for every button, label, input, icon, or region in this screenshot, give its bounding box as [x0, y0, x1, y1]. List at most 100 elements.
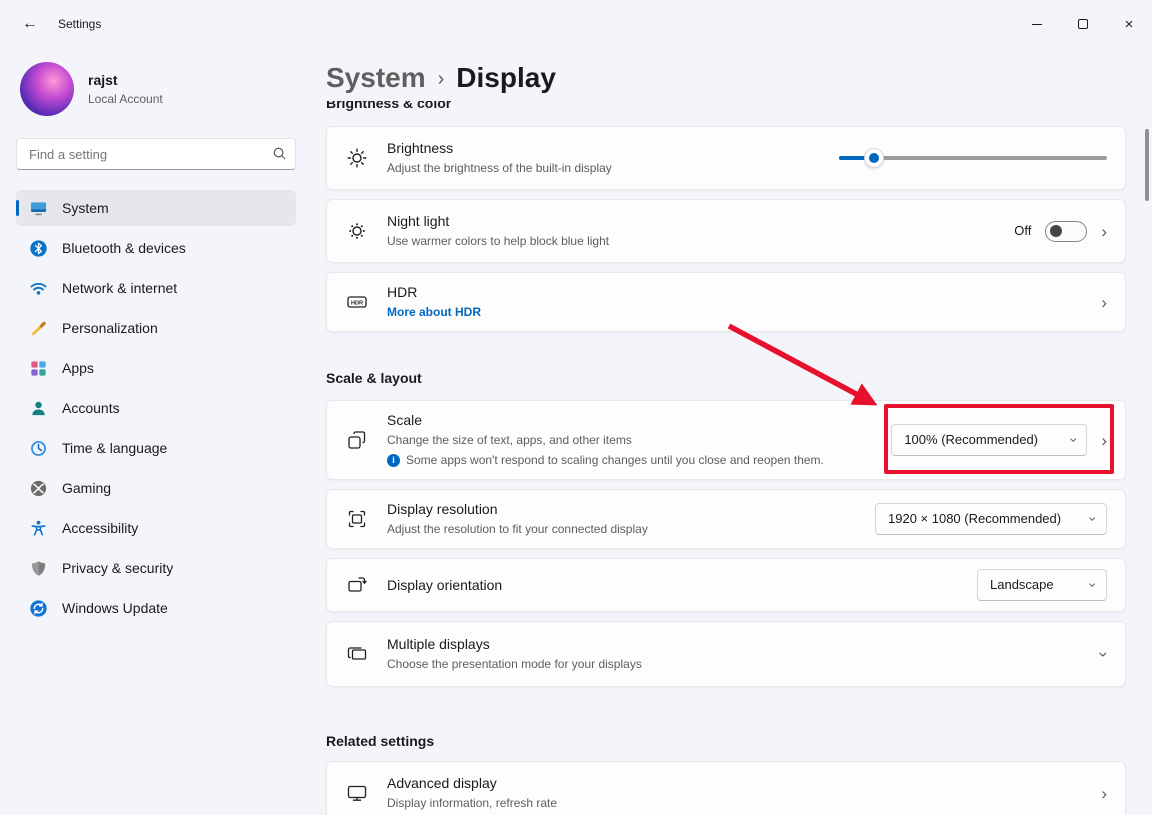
brightness-title: Brightness	[387, 139, 831, 158]
bluetooth-icon	[28, 238, 48, 258]
night-light-subtitle: Use warmer colors to help block blue lig…	[387, 233, 1006, 249]
sidebar-item-privacy-security[interactable]: Privacy & security	[16, 550, 296, 586]
wifi-icon	[28, 278, 48, 298]
sidebar-item-label: Apps	[62, 359, 94, 378]
scale-subtitle: Change the size of text, apps, and other…	[387, 432, 883, 448]
brightness-subtitle: Adjust the brightness of the built-in di…	[387, 160, 831, 176]
accessibility-icon	[28, 518, 48, 538]
apps-grid-icon	[28, 358, 48, 378]
scale-card[interactable]: Scale Change the size of text, apps, and…	[326, 400, 1126, 480]
search-box	[16, 138, 296, 170]
chevron-right-icon[interactable]: ›	[1101, 223, 1107, 240]
sidebar-item-network-internet[interactable]: Network & internet	[16, 270, 296, 306]
advanced-display-icon	[327, 782, 387, 804]
scale-note: Some apps won't respond to scaling chang…	[406, 452, 824, 468]
sidebar-item-apps[interactable]: Apps	[16, 350, 296, 386]
chevron-down-icon[interactable]: ›	[1096, 651, 1113, 657]
advanced-display-subtitle: Display information, refresh rate	[387, 795, 1093, 811]
resolution-icon	[327, 508, 387, 530]
advanced-display-card[interactable]: Advanced display Display information, re…	[326, 761, 1126, 815]
chevron-right-icon[interactable]: ›	[1101, 785, 1107, 802]
brightness-slider[interactable]	[839, 148, 1107, 168]
hdr-title: HDR	[387, 283, 1093, 302]
sidebar-item-accessibility[interactable]: Accessibility	[16, 510, 296, 546]
sidebar-item-time-language[interactable]: Time & language	[16, 430, 296, 466]
resolution-dropdown[interactable]: 1920 × 1080 (Recommended) ›	[875, 503, 1107, 535]
scale-dropdown[interactable]: 100% (Recommended) ›	[891, 424, 1087, 456]
sidebar-item-label: Privacy & security	[62, 559, 173, 578]
sidebar-item-bluetooth-devices[interactable]: Bluetooth & devices	[16, 230, 296, 266]
close-button[interactable]: ×	[1106, 0, 1152, 48]
chevron-right-icon[interactable]: ›	[1101, 432, 1107, 449]
scrollbar-thumb[interactable]	[1145, 129, 1149, 201]
night-light-card[interactable]: Night light Use warmer colors to help bl…	[326, 199, 1126, 263]
system-icon	[28, 198, 48, 218]
orientation-icon	[327, 574, 387, 596]
brightness-slider-handle[interactable]	[865, 149, 883, 167]
sidebar-item-label: Network & internet	[62, 279, 177, 298]
sidebar-item-label: System	[62, 199, 109, 218]
update-icon	[28, 598, 48, 618]
night-light-title: Night light	[387, 212, 1006, 231]
info-icon: i	[387, 454, 400, 467]
section-heading-related-settings: Related settings	[326, 731, 1126, 751]
breadcrumb-parent[interactable]: System	[326, 59, 426, 97]
scale-title: Scale	[387, 411, 883, 430]
maximize-button[interactable]	[1060, 0, 1106, 48]
scale-dropdown-value: 100% (Recommended)	[904, 431, 1038, 449]
resolution-subtitle: Adjust the resolution to fit your connec…	[387, 521, 867, 537]
sidebar-item-system[interactable]: System	[16, 190, 296, 226]
window-controls: ×	[1014, 0, 1152, 48]
selected-indicator	[16, 200, 19, 216]
hdr-card[interactable]: HDR HDR More about HDR ›	[326, 272, 1126, 332]
sidebar-item-label: Bluetooth & devices	[62, 239, 186, 258]
night-light-icon	[327, 220, 387, 242]
sidebar-item-label: Accounts	[62, 399, 120, 418]
page-title: Display	[456, 59, 556, 97]
section-heading-scale-layout: Scale & layout	[326, 368, 1126, 388]
search-input[interactable]	[16, 138, 296, 170]
app-title: Settings	[58, 16, 101, 32]
sidebar-item-accounts[interactable]: Accounts	[16, 390, 296, 426]
sidebar-item-personalization[interactable]: Personalization	[16, 310, 296, 346]
svg-text:HDR: HDR	[351, 301, 363, 307]
chevron-right-icon[interactable]: ›	[1101, 294, 1107, 311]
shield-icon	[28, 558, 48, 578]
orientation-dropdown[interactable]: Landscape ›	[977, 569, 1107, 601]
resolution-dropdown-value: 1920 × 1080 (Recommended)	[888, 510, 1061, 528]
resolution-title: Display resolution	[387, 500, 867, 519]
sidebar-item-label: Time & language	[62, 439, 167, 458]
minimize-button[interactable]	[1014, 0, 1060, 48]
chevron-down-icon: ›	[1067, 438, 1081, 443]
xbox-icon	[28, 478, 48, 498]
display-orientation-card: Display orientation Landscape ›	[326, 558, 1126, 612]
multiple-displays-card[interactable]: Multiple displays Choose the presentatio…	[326, 621, 1126, 687]
chevron-down-icon: ›	[1087, 517, 1101, 522]
clock-icon	[28, 438, 48, 458]
night-light-state: Off	[1014, 222, 1031, 240]
sidebar-nav: System Bluetooth & devices Network & int…	[16, 188, 296, 628]
night-light-toggle[interactable]	[1045, 221, 1087, 242]
user-profile[interactable]: rajst Local Account	[20, 62, 296, 116]
hdr-more-link[interactable]: More about HDR	[387, 304, 481, 320]
advanced-display-title: Advanced display	[387, 774, 1093, 793]
brush-icon	[28, 318, 48, 338]
sidebar-item-windows-update[interactable]: Windows Update	[16, 590, 296, 626]
person-icon	[28, 398, 48, 418]
back-icon: ←	[22, 15, 38, 32]
back-button[interactable]: ←	[14, 8, 46, 40]
brightness-icon	[327, 147, 387, 169]
search-icon[interactable]	[272, 146, 287, 166]
multiple-displays-icon	[327, 643, 387, 665]
sidebar-item-label: Gaming	[62, 479, 111, 498]
orientation-dropdown-value: Landscape	[990, 576, 1054, 594]
breadcrumb: System › Display	[326, 58, 1126, 98]
user-account-type: Local Account	[88, 91, 163, 107]
close-icon: ×	[1125, 16, 1134, 33]
sidebar-item-label: Accessibility	[62, 519, 138, 538]
sidebar-item-gaming[interactable]: Gaming	[16, 470, 296, 506]
toggle-knob	[1050, 225, 1062, 237]
titlebar: ← Settings ×	[0, 0, 1152, 48]
minimize-icon	[1032, 24, 1042, 25]
chevron-down-icon: ›	[1087, 583, 1101, 588]
